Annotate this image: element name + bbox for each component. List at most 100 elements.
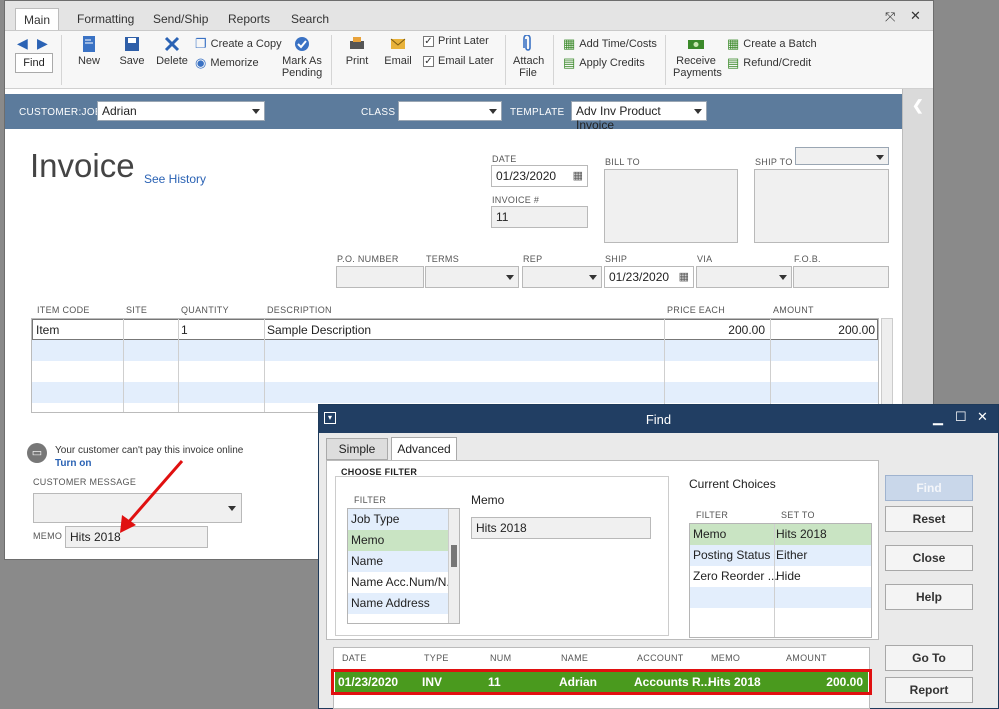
find-button[interactable]: Find xyxy=(15,53,53,73)
calendar-icon[interactable]: ▦ xyxy=(679,270,689,283)
print-button[interactable]: Print xyxy=(343,35,371,67)
rep-combo[interactable] xyxy=(522,266,602,288)
reset-button[interactable]: Reset xyxy=(885,506,973,532)
date-label: DATE xyxy=(492,154,517,164)
chevron-down-icon xyxy=(694,109,702,114)
list-item[interactable] xyxy=(690,608,871,629)
table-row[interactable] xyxy=(32,361,878,382)
close-icon[interactable]: ✕ xyxy=(910,8,921,24)
cell-amount[interactable]: 200.00 xyxy=(773,323,875,337)
bill-to-field[interactable] xyxy=(604,169,738,243)
filter-list[interactable]: Job Type Memo Name Name Acc.Num/N... Nam… xyxy=(347,508,460,624)
refund-credit-button[interactable]: ▤ Refund/Credit xyxy=(727,55,811,71)
list-item[interactable]: Posting Status Either xyxy=(690,545,871,566)
turn-on-link[interactable]: Turn on xyxy=(55,458,91,469)
template-combo[interactable]: Adv Inv Product Invoice xyxy=(571,101,707,132)
ship-date-field[interactable]: 01/23/2020 ▦ xyxy=(604,266,694,288)
current-choices-filter-header: FILTER xyxy=(696,510,729,520)
email-later-checkbox[interactable]: ✓ Email Later xyxy=(423,55,494,67)
tab-formatting[interactable]: Formatting xyxy=(69,8,142,30)
check-circle-icon xyxy=(295,37,309,51)
add-time-icon: ▦ xyxy=(563,36,576,51)
table-row[interactable]: Item 1 Sample Description 200.00 200.00 xyxy=(32,319,878,340)
customer-header-bar: CUSTOMER:JOB Adrian CLASS TEMPLATE Adv I… xyxy=(5,94,902,132)
list-item[interactable]: Zero Reorder ... Hide xyxy=(690,566,871,587)
filter-list-scrollbar[interactable] xyxy=(448,509,459,623)
list-item[interactable] xyxy=(690,587,871,608)
date-field[interactable]: 01/23/2020 ▦ xyxy=(491,165,588,187)
memorize-button[interactable]: ◉ Memorize xyxy=(195,55,259,71)
cell-item-code[interactable]: Item xyxy=(36,323,59,337)
save-disk-icon xyxy=(125,37,139,51)
email-button[interactable]: Email xyxy=(383,35,413,67)
current-choices-list[interactable]: Memo Hits 2018 Posting Status Either Zero … xyxy=(689,523,872,638)
list-item[interactable]: Memo Hits 2018 xyxy=(690,524,871,545)
cell-price-each[interactable]: 200.00 xyxy=(665,323,765,337)
maximize-icon[interactable]: ☐ xyxy=(955,409,967,425)
table-scrollbar[interactable] xyxy=(881,318,893,413)
print-later-checkbox[interactable]: ✓ Print Later xyxy=(423,35,489,47)
column-divider xyxy=(264,319,265,412)
via-combo[interactable] xyxy=(696,266,792,288)
ribbon-separator xyxy=(331,35,332,85)
terms-combo[interactable] xyxy=(425,266,519,288)
po-number-field[interactable] xyxy=(336,266,424,288)
list-item[interactable]: Name xyxy=(348,551,459,572)
calendar-icon[interactable]: ▦ xyxy=(573,169,583,182)
checkbox-checked-icon: ✓ xyxy=(423,35,434,47)
invoice-number-field[interactable]: 11 xyxy=(491,206,588,228)
help-button[interactable]: Help xyxy=(885,584,973,610)
close-icon[interactable]: ✕ xyxy=(977,409,988,425)
ribbon-separator xyxy=(665,35,666,85)
table-row[interactable] xyxy=(32,382,878,403)
tab-simple[interactable]: Simple xyxy=(326,438,388,460)
tab-advanced[interactable]: Advanced xyxy=(391,437,457,461)
tab-reports[interactable]: Reports xyxy=(220,8,278,30)
save-button[interactable]: Save xyxy=(117,35,147,67)
delete-button[interactable]: Delete xyxy=(155,35,189,67)
find-button[interactable]: Find xyxy=(885,475,973,501)
tab-search[interactable]: Search xyxy=(283,8,337,30)
tab-main[interactable]: Main xyxy=(15,8,60,30)
tab-send-ship[interactable]: Send/Ship xyxy=(145,8,216,30)
expand-icon[interactable]: ⤧ xyxy=(885,9,895,25)
cell-description[interactable]: Sample Description xyxy=(267,323,371,337)
receive-payments-button[interactable]: Receive Payments xyxy=(673,35,722,79)
apply-credits-button[interactable]: ▤ Apply Credits xyxy=(563,55,645,71)
fob-field[interactable] xyxy=(793,266,889,288)
scroll-thumb[interactable] xyxy=(451,545,457,567)
invoice-title: Invoice xyxy=(30,147,135,184)
class-combo[interactable] xyxy=(398,101,502,121)
table-row[interactable] xyxy=(32,340,878,361)
memo-filter-input[interactable]: Hits 2018 xyxy=(471,517,651,539)
list-item[interactable]: Name Acc.Num/N... xyxy=(348,572,459,593)
chevron-left-icon[interactable]: ❮ xyxy=(912,97,924,114)
next-arrow-icon[interactable]: ▶ xyxy=(37,35,48,52)
close-button[interactable]: Close xyxy=(885,545,973,571)
see-history-link[interactable]: See History xyxy=(144,172,206,186)
results-header-date: DATE xyxy=(342,653,367,663)
create-batch-button[interactable]: ▦ Create a Batch xyxy=(727,36,817,52)
minimize-icon[interactable]: ▁ xyxy=(933,410,943,426)
new-button[interactable]: New xyxy=(75,35,103,67)
template-value: Adv Inv Product Invoice xyxy=(576,104,661,132)
ship-to-field[interactable] xyxy=(754,169,889,243)
batch-icon: ▦ xyxy=(727,36,740,51)
create-copy-button[interactable]: ❐ Create a Copy xyxy=(195,36,282,52)
cell-quantity[interactable]: 1 xyxy=(181,323,188,337)
via-label: VIA xyxy=(697,254,713,264)
prev-arrow-icon[interactable]: ◀ xyxy=(17,35,28,52)
list-item[interactable]: Name Address xyxy=(348,593,459,614)
chevron-down-icon xyxy=(506,275,514,280)
add-time-costs-button[interactable]: ▦ Add Time/Costs xyxy=(563,36,657,52)
ship-to-combo[interactable] xyxy=(795,147,889,165)
list-item[interactable]: Job Type xyxy=(348,509,459,530)
report-button[interactable]: Report xyxy=(885,677,973,703)
results-header-num: NUM xyxy=(490,653,512,663)
mark-pending-button[interactable]: Mark As Pending xyxy=(281,35,323,79)
list-item[interactable]: Memo xyxy=(348,530,459,551)
customer-job-combo[interactable]: Adrian xyxy=(97,101,265,121)
chevron-down-icon xyxy=(589,275,597,280)
attach-file-button[interactable]: Attach File xyxy=(513,35,544,79)
goto-button[interactable]: Go To xyxy=(885,645,973,671)
